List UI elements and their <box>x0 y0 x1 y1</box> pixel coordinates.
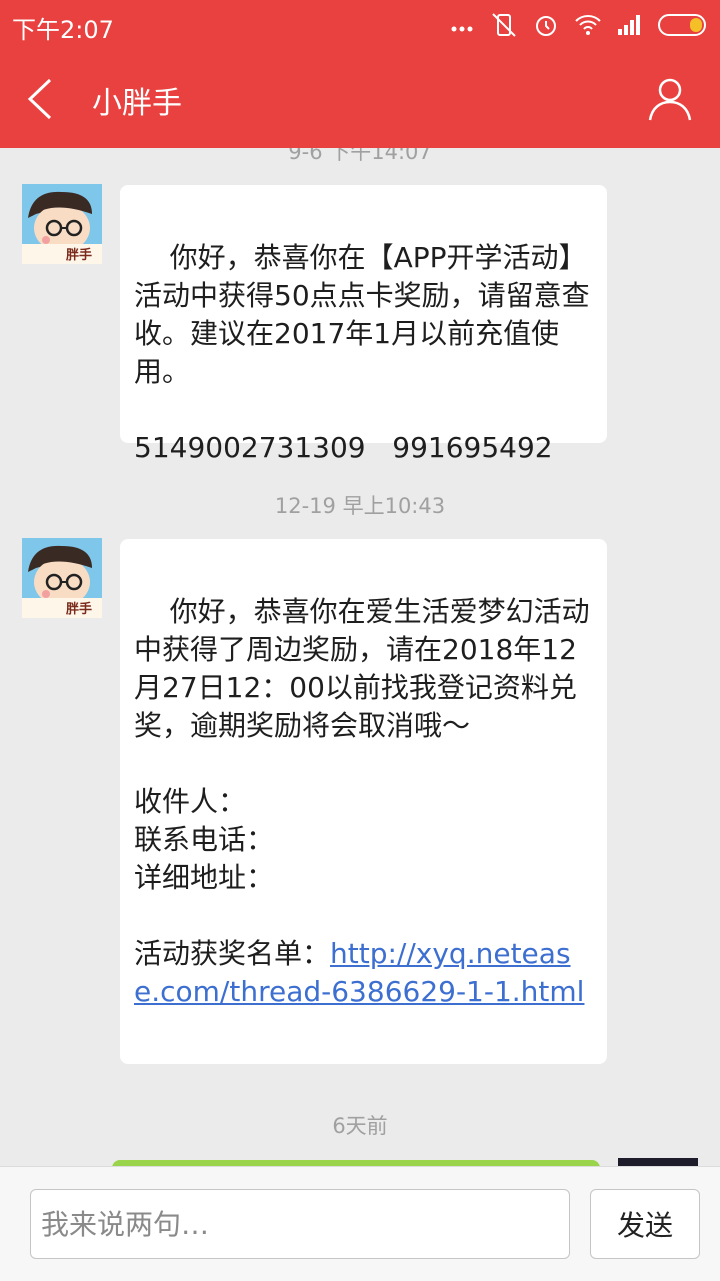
back-arrow-icon[interactable] <box>20 72 70 126</box>
message-timestamp: 9-6 下午14:07 <box>288 148 432 164</box>
battery-icon <box>658 14 706 36</box>
profile-icon[interactable] <box>646 74 694 122</box>
message-text: 你好，恭喜你在爱生活爱梦幻活动中获得了周边奖励，请在2018年12月27日12：… <box>134 595 590 970</box>
status-time: 下午2:07 <box>12 16 114 44</box>
message-timestamp: 12-19 早上10:43 <box>274 494 446 518</box>
message-bubble[interactable]: 你好，恭喜你在爱生活爱梦幻活动中获得了周边奖励，请在2018年12月27日12：… <box>120 539 607 1064</box>
chat-area[interactable]: 9-6 下午14:07 胖手 你好，恭喜你在【APP开学活动】活动中获得50点点… <box>0 148 720 1166</box>
status-bar: 下午2:07 <box>0 0 720 50</box>
message-bubble[interactable]: 你好，恭喜你在【APP开学活动】活动中获得50点点卡奖励，请留意查收。建议在20… <box>120 185 607 464</box>
avatar-signature: 胖手 <box>66 248 93 263</box>
app-bar: 小胖手 <box>0 50 720 148</box>
message-input[interactable] <box>30 1189 570 1259</box>
mute-vibrate-icon <box>492 13 516 37</box>
message-text: 你好，恭喜你在【APP开学活动】活动中获得50点点卡奖励，请留意查收。建议在20… <box>134 241 590 464</box>
avatar[interactable]: 胖手 <box>22 184 102 264</box>
avatar-signature: 胖手 <box>66 602 93 617</box>
message-timestamp: 6天前 <box>332 1114 388 1138</box>
more-icon <box>451 26 473 32</box>
page-title: 小胖手 <box>92 86 182 121</box>
wifi-icon <box>575 15 601 35</box>
avatar[interactable]: 胖手 <box>22 538 102 618</box>
alarm-icon <box>536 16 556 36</box>
input-bar: 发送 <box>0 1166 720 1281</box>
self-avatar[interactable] <box>618 1158 698 1166</box>
signal-icon <box>618 15 640 35</box>
status-icons <box>448 10 706 40</box>
send-button[interactable]: 发送 <box>590 1189 700 1259</box>
